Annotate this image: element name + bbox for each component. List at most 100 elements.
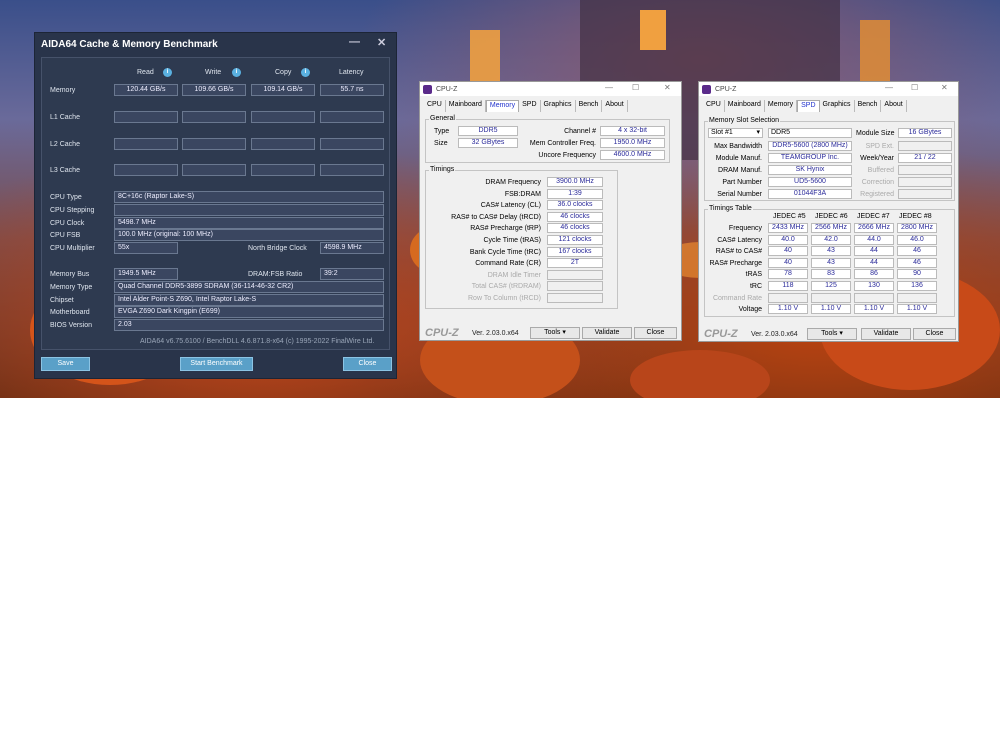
slot-select[interactable]: Slot #1 ▾ (708, 128, 763, 138)
tab-bench[interactable]: Bench (855, 100, 882, 112)
save-button[interactable]: Save (41, 357, 90, 371)
timing-cell (768, 292, 808, 303)
start-benchmark-button[interactable]: Start Benchmark (180, 357, 253, 371)
timing-value (547, 281, 603, 292)
validate-button[interactable]: Validate (582, 327, 632, 339)
tab-about[interactable]: About (602, 100, 628, 112)
timing-cell: 44 (854, 257, 894, 268)
cpuz-app-icon (702, 84, 711, 94)
minimize-icon[interactable]: — (349, 36, 360, 48)
cpuz-version: Ver. 2.03.0.x64 (751, 331, 798, 338)
timing-row-label: CAS# Latency (717, 236, 762, 244)
tab-cpu[interactable]: CPU (703, 100, 725, 112)
correction-value (898, 177, 952, 187)
buffered-label: Buffered (867, 167, 894, 174)
info-icon[interactable]: i (232, 68, 241, 77)
l3-copy-value (251, 164, 315, 176)
tab-spd[interactable]: SPD (797, 100, 820, 112)
tab-graphics[interactable]: Graphics (820, 100, 855, 112)
timing-value (547, 269, 603, 280)
timing-label: DRAM Idle Timer (487, 271, 541, 279)
part-number-value: UD5-5600 (768, 177, 852, 187)
spd-type-value: DDR5 (768, 128, 852, 138)
cpuz-title: CPU-Z (436, 85, 458, 93)
chipset-value: Intel Alder Point-S Z690, Intel Raptor L… (114, 294, 384, 306)
tab-mainboard[interactable]: Mainboard (725, 100, 765, 112)
row-label-memory: Memory (50, 87, 76, 94)
timing-cell (897, 292, 937, 303)
serial-number-label: Serial Number (717, 191, 762, 198)
aida-title: AIDA64 Cache & Memory Benchmark (41, 38, 218, 50)
timing-cell (854, 292, 894, 303)
buffered-value (898, 165, 952, 175)
size-label: Size (434, 140, 448, 147)
timing-value: 2T (547, 258, 603, 269)
tab-mainboard[interactable]: Mainboard (446, 100, 486, 112)
maximize-icon[interactable]: ☐ (911, 83, 918, 92)
chevron-down-icon: ▾ (839, 330, 843, 337)
timing-cell: 86 (854, 269, 894, 280)
dram-fsb-ratio-value: 39:2 (320, 268, 384, 280)
timing-cell (811, 292, 851, 303)
cpuz-close-button[interactable]: Close (913, 328, 956, 340)
cpu-fsb-value: 100.0 MHz (original: 100 MHz) (114, 229, 384, 241)
tab-about[interactable]: About (881, 100, 907, 112)
nb-clock-value: 4598.9 MHz (320, 242, 384, 254)
jedec-column-header: JEDEC #8 (899, 213, 932, 220)
timings-table-title: Timings Table (708, 205, 753, 212)
cpuz-tabs: CPU Mainboard Memory SPD Graphics Bench … (424, 100, 628, 112)
cpuz-footer: CPU-Z Ver. 2.03.0.x64 Tools ▾ Validate C… (699, 325, 958, 341)
timing-cell: 2566 MHz (811, 223, 851, 233)
row-label-l1: L1 Cache (50, 114, 80, 121)
minimize-icon[interactable]: — (885, 83, 893, 92)
close-icon[interactable]: ✕ (377, 36, 386, 49)
minimize-icon[interactable]: — (605, 83, 613, 92)
tab-memory[interactable]: Memory (765, 100, 798, 112)
l2-latency-value (320, 138, 384, 150)
tab-memory[interactable]: Memory (485, 100, 520, 112)
tab-cpu[interactable]: CPU (424, 100, 446, 112)
timing-cell: 130 (854, 281, 894, 291)
slot-selection-title: Memory Slot Selection (708, 117, 781, 124)
timing-cell: 44 (854, 246, 894, 257)
tab-spd[interactable]: SPD (519, 100, 541, 112)
size-value: 32 GBytes (458, 138, 518, 148)
timing-value: 3900.0 MHz (547, 177, 603, 187)
channel-label: Channel # (564, 128, 596, 135)
timing-row-label: tRC (749, 283, 762, 290)
cpuz-titlebar[interactable]: CPU-Z — ☐ ✕ (420, 82, 681, 96)
timing-cell: 46 (897, 246, 937, 257)
chevron-down-icon: ▾ (756, 129, 760, 136)
chipset-label: Chipset (50, 297, 74, 304)
timing-value: 1:39 (547, 188, 603, 199)
validate-button[interactable]: Validate (861, 328, 911, 340)
module-size-value: 16 GBytes (898, 128, 952, 138)
maximize-icon[interactable]: ☐ (632, 83, 639, 92)
memory-copy-value: 109.14 GB/s (251, 84, 315, 96)
info-icon[interactable]: i (163, 68, 172, 77)
close-icon[interactable]: ✕ (664, 83, 671, 92)
tab-graphics[interactable]: Graphics (541, 100, 576, 112)
timing-label: CAS# Latency (CL) (480, 202, 541, 210)
jedec-column-header: JEDEC #5 (773, 213, 806, 220)
timing-value: 46 clocks (547, 223, 603, 234)
l2-read-value (114, 138, 178, 150)
tab-bench[interactable]: Bench (576, 100, 603, 112)
tools-button[interactable]: Tools ▾ (530, 327, 580, 339)
cpuz-titlebar[interactable]: CPU-Z — ☐ ✕ (699, 82, 958, 96)
part-number-label: Part Number (722, 179, 762, 186)
aida-close-button[interactable]: Close (343, 357, 392, 371)
cpuz-footer: CPU-Z Ver. 2.03.0.x64 Tools ▾ Validate C… (420, 324, 681, 340)
bios-version-value: 2.03 (114, 319, 384, 331)
row-label-l2: L2 Cache (50, 141, 80, 148)
info-icon[interactable]: i (301, 68, 310, 77)
aida-titlebar[interactable]: AIDA64 Cache & Memory Benchmark — ✕ (35, 33, 396, 55)
jedec-column-header: JEDEC #7 (857, 213, 890, 220)
cpuz-close-button[interactable]: Close (634, 327, 677, 339)
memory-type-label: Memory Type (50, 284, 93, 291)
timing-value: 36.0 clocks (547, 200, 603, 211)
tools-button[interactable]: Tools ▾ (807, 328, 857, 340)
l3-write-value (182, 164, 246, 176)
close-icon[interactable]: ✕ (941, 83, 948, 92)
memory-latency-value: 55.7 ns (320, 84, 384, 96)
